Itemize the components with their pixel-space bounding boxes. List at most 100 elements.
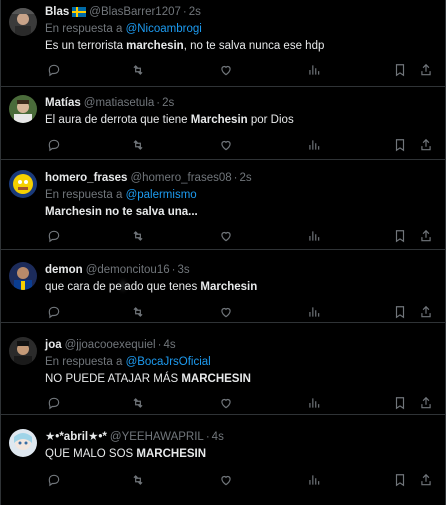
reply-icon[interactable] [45, 471, 63, 489]
display-name[interactable]: demon [45, 264, 83, 276]
retweet-icon[interactable] [129, 394, 147, 412]
display-name[interactable]: homero_frases [45, 172, 127, 184]
user-handle[interactable]: @jjoacooexequiel [65, 339, 156, 351]
like-icon[interactable] [217, 471, 235, 489]
reply-icon[interactable] [45, 61, 63, 79]
tweet-header: joa @jjoacooexequiel · 4s [45, 337, 439, 353]
like-icon[interactable] [217, 136, 235, 154]
text-highlight: MARCHESIN [136, 448, 207, 460]
tweet-text: que cara de pelado que tenes Marchesin [45, 279, 439, 295]
like-icon[interactable] [217, 227, 235, 245]
views-icon[interactable] [305, 136, 323, 154]
display-name[interactable]: ★•*abril★•* [45, 431, 107, 443]
bookmark-icon[interactable] [391, 227, 409, 245]
display-name[interactable]: Matías [45, 97, 81, 109]
views-icon[interactable] [305, 61, 323, 79]
reply-context: En respuesta a @palermismo [45, 187, 439, 203]
retweet-icon[interactable] [129, 61, 147, 79]
reply-prefix: En respuesta a [45, 356, 126, 368]
share-icon[interactable] [417, 303, 435, 321]
avatar[interactable] [9, 429, 37, 457]
display-name[interactable]: joa [45, 339, 62, 351]
text-segment: ado que tenes [124, 281, 201, 293]
avatar[interactable] [9, 8, 37, 36]
tweet-text: Marchesin no te salva una... [45, 204, 439, 220]
avatar[interactable] [9, 262, 37, 290]
share-icon[interactable] [417, 471, 435, 489]
avatar[interactable] [9, 337, 37, 365]
views-icon[interactable] [305, 227, 323, 245]
separator: · [205, 431, 210, 443]
text-segment: El aura de derrota que tiene [45, 114, 191, 126]
like-icon[interactable] [217, 61, 235, 79]
sweden-flag-icon [72, 6, 87, 22]
avatar[interactable] [9, 95, 37, 123]
retweet-icon[interactable] [129, 471, 147, 489]
reply-icon[interactable] [45, 303, 63, 321]
tweet-header: Matías @matiasetula · 2s [45, 95, 439, 111]
tweet-actions [45, 471, 439, 491]
tweet[interactable]: ★•*abril★•* @YEEHAWAPRIL · 4s QUE MALO SOS … [1, 415, 446, 505]
bookmark-icon[interactable] [391, 303, 409, 321]
tweet-text: Es un terrorista marchesin, no te salva … [45, 38, 439, 54]
share-icon[interactable] [417, 61, 435, 79]
timestamp[interactable]: 3s [177, 264, 189, 276]
retweet-icon[interactable] [129, 303, 147, 321]
text-highlight: marchesin [126, 40, 184, 52]
timestamp[interactable]: 2s [239, 172, 251, 184]
timestamp[interactable]: 2s [189, 6, 201, 18]
retweet-icon[interactable] [129, 136, 147, 154]
views-icon[interactable] [305, 471, 323, 489]
user-handle[interactable]: @matiasetula [84, 97, 154, 109]
text-segment: que cara de pe [45, 281, 122, 293]
bookmark-icon[interactable] [391, 136, 409, 154]
tweet-text: QUE MALO SOS MARCHESIN [45, 446, 439, 462]
separator: · [157, 339, 162, 351]
reply-icon[interactable] [45, 227, 63, 245]
timestamp[interactable]: 4s [163, 339, 175, 351]
tweet[interactable]: homero_frases @homero_frases08 · 2s En resp… [1, 160, 446, 250]
tweet-actions [45, 303, 439, 323]
views-icon[interactable] [305, 394, 323, 412]
share-icon[interactable] [417, 227, 435, 245]
tweet-header: Blas @BlasBarrer1207 · 2s [45, 4, 439, 20]
bookmark-icon[interactable] [391, 471, 409, 489]
retweet-icon[interactable] [129, 227, 147, 245]
views-icon[interactable] [305, 303, 323, 321]
reply-context: En respuesta a @BocaJrsOficial [45, 354, 439, 370]
text-highlight: Marchesin [200, 281, 258, 293]
avatar[interactable] [9, 170, 37, 198]
reply-mention-link[interactable]: @BocaJrsOficial [126, 356, 211, 368]
separator: · [156, 97, 161, 109]
text-segment: , no te salva nunca ese hdp [183, 40, 325, 52]
share-icon[interactable] [417, 136, 435, 154]
reply-mention-link[interactable]: @Nicoambrogi [126, 23, 202, 35]
text-highlight: MARCHESIN [181, 373, 251, 385]
tweet-actions [45, 61, 439, 81]
tweet[interactable]: Matías @matiasetula · 2s El aura de derrota… [1, 87, 446, 160]
user-handle[interactable]: @BlasBarrer1207 [89, 6, 181, 18]
separator: · [233, 172, 238, 184]
bookmark-icon[interactable] [391, 61, 409, 79]
text-highlight: Marchesin [45, 206, 102, 218]
tweet[interactable]: joa @jjoacooexequiel · 4s En respuesta a @B… [1, 323, 446, 415]
tweet-header: demon @demoncitou16 · 3s [45, 262, 439, 278]
bookmark-icon[interactable] [391, 394, 409, 412]
tweet[interactable]: demon @demoncitou16 · 3s que cara de pelado… [1, 250, 446, 323]
timestamp[interactable]: 2s [162, 97, 174, 109]
share-icon[interactable] [417, 394, 435, 412]
like-icon[interactable] [217, 303, 235, 321]
reply-icon[interactable] [45, 394, 63, 412]
tweet-actions [45, 227, 439, 247]
like-icon[interactable] [217, 394, 235, 412]
reply-icon[interactable] [45, 136, 63, 154]
display-name[interactable]: Blas [45, 6, 69, 18]
user-handle[interactable]: @homero_frases08 [130, 172, 231, 184]
user-handle[interactable]: @YEEHAWAPRIL [110, 431, 204, 443]
user-handle[interactable]: @demoncitou16 [86, 264, 170, 276]
tweet[interactable]: Blas @BlasBarrer1207 · 2s En respuesta a @N… [1, 0, 446, 87]
text-censored: l [121, 281, 125, 293]
timestamp[interactable]: 4s [212, 431, 224, 443]
reply-mention-link[interactable]: @palermismo [126, 189, 197, 201]
separator: · [182, 6, 187, 18]
